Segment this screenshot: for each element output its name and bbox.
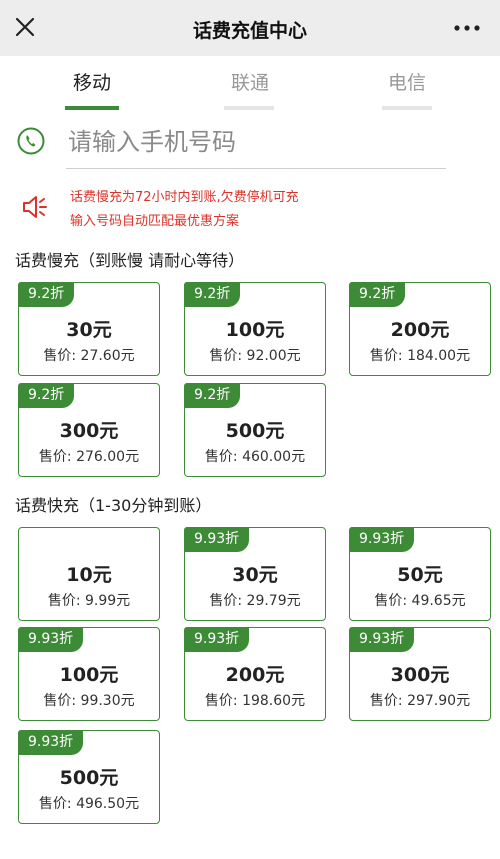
discount-badge: 9.93折	[184, 527, 250, 552]
discount-badge: 9.2折	[18, 282, 75, 307]
notice-text: 输入号码自动匹配最优惠方案	[70, 214, 240, 229]
page-title: 话费充值中心	[192, 20, 307, 42]
sale-price: 售价: 49.65元	[374, 593, 466, 609]
face-value: 30元	[232, 564, 278, 586]
speaker-icon	[23, 196, 47, 218]
face-value: 500元	[225, 420, 285, 442]
recharge-card[interactable]: 9.93折 100元 售价: 99.30元	[18, 627, 160, 721]
sale-price: 售价: 184.00元	[369, 348, 471, 364]
sale-price: 售价: 460.00元	[204, 449, 306, 465]
sale-price: 售价: 496.50元	[38, 796, 140, 812]
face-value: 100元	[59, 664, 119, 686]
discount-badge: 9.2折	[18, 383, 75, 408]
phone-number-input[interactable]	[68, 122, 446, 162]
sale-price: 售价: 99.30元	[43, 693, 135, 709]
face-value: 30元	[66, 319, 112, 341]
recharge-card[interactable]: 9.2折 300元 售价: 276.00元	[18, 383, 160, 477]
discount-badge: 9.2折	[349, 282, 406, 307]
discount-badge: 9.93折	[18, 730, 84, 755]
section-title-fast: 话费快充（1-30分钟到账）	[15, 496, 212, 515]
carrier-tabs: 移动 联通 电信	[0, 56, 500, 112]
sale-price: 售价: 276.00元	[38, 449, 140, 465]
sale-price: 售价: 92.00元	[209, 348, 301, 364]
notice-text: 话费慢充为72小时内到账,欠费停机可充	[70, 190, 299, 205]
title-bar: 话费充值中心	[0, 0, 500, 56]
face-value: 200元	[225, 664, 285, 686]
face-value: 500元	[59, 767, 119, 789]
notice: 话费慢充为72小时内到账,欠费停机可充 输入号码自动匹配最优惠方案	[0, 178, 500, 232]
phone-icon	[17, 127, 45, 155]
recharge-card[interactable]: 9.2折 500元 售价: 460.00元	[184, 383, 326, 477]
section-title-slow: 话费慢充（到账慢 请耐心等待）	[15, 251, 245, 270]
recharge-card[interactable]: 9.2折 30元 售价: 27.60元	[18, 282, 160, 376]
recharge-card[interactable]: 9.93折 500元 售价: 496.50元	[18, 730, 160, 824]
discount-badge: 9.93折	[349, 627, 415, 652]
recharge-card[interactable]: 9.93折 300元 售价: 297.90元	[349, 627, 491, 721]
sale-price: 售价: 9.99元	[47, 593, 131, 609]
active-tab-indicator	[65, 106, 119, 110]
recharge-card[interactable]: 9.93折 200元 售价: 198.60元	[184, 627, 326, 721]
recharge-card[interactable]: 9.2折 100元 售价: 92.00元	[184, 282, 326, 376]
more-icon[interactable]	[452, 18, 482, 38]
discount-badge: 9.93折	[184, 627, 250, 652]
sale-price: 售价: 297.90元	[369, 693, 471, 709]
sale-price: 售价: 27.60元	[43, 348, 135, 364]
sale-price: 售价: 198.60元	[204, 693, 306, 709]
face-value: 50元	[397, 564, 443, 586]
discount-badge: 9.2折	[184, 383, 241, 408]
recharge-card[interactable]: 9.93折 50元 售价: 49.65元	[349, 527, 491, 621]
discount-badge: 9.93折	[349, 527, 415, 552]
tab-divider	[382, 106, 432, 110]
face-value: 300元	[59, 420, 119, 442]
discount-badge: 9.2折	[184, 282, 241, 307]
sale-price: 售价: 29.79元	[209, 593, 301, 609]
tab-unicom[interactable]: 联通	[210, 68, 290, 95]
face-value: 200元	[390, 319, 450, 341]
tab-mobile[interactable]: 移动	[52, 68, 132, 95]
tab-telecom[interactable]: 电信	[367, 68, 447, 95]
phone-input-row	[0, 112, 500, 172]
recharge-card[interactable]: 10元 售价: 9.99元	[18, 527, 160, 621]
tab-divider	[224, 106, 274, 110]
face-value: 10元	[66, 564, 112, 586]
face-value: 300元	[390, 664, 450, 686]
recharge-card[interactable]: 9.93折 30元 售价: 29.79元	[184, 527, 326, 621]
face-value: 100元	[225, 319, 285, 341]
discount-badge: 9.93折	[18, 627, 84, 652]
input-underline	[66, 168, 446, 169]
recharge-card[interactable]: 9.2折 200元 售价: 184.00元	[349, 282, 491, 376]
